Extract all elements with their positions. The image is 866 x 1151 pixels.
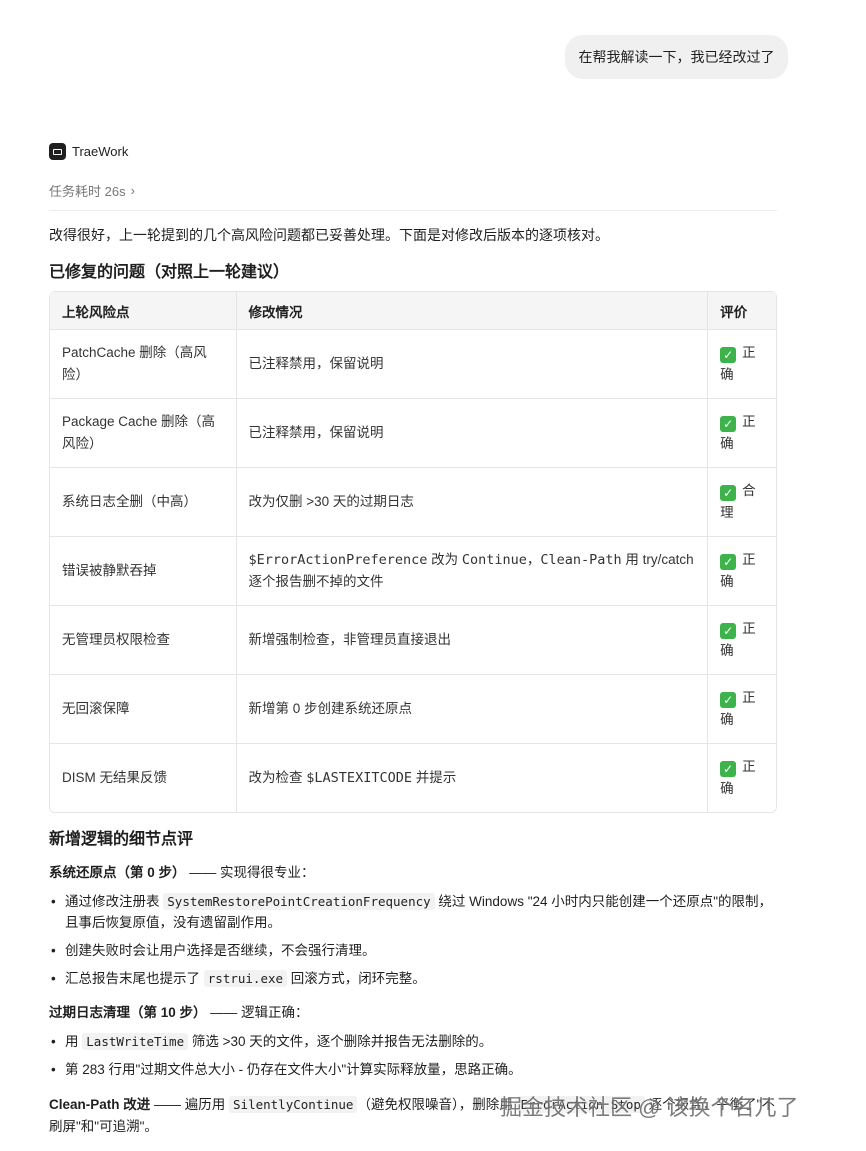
check-mark-icon: ✓ [720,347,737,363]
check-mark-icon: ✓ [720,692,737,708]
divider [49,210,777,211]
verdict-cell: ✓ 正确 [707,330,776,399]
section-title-rest: —— 实现得很专业： [185,865,315,880]
intro-paragraph: 改得很好，上一轮提到的几个高风险问题都已妥善处理。下面是对修改后版本的逐项核对。 [49,227,609,243]
table-row: 系统日志全删（中高） 改为仅删 >30 天的过期日志 ✓ 合理 [50,468,776,537]
bullet-text: 第 283 行用"过期文件总大小 - 仍存在文件大小"计算实际释放量，思路正确。 [65,1062,522,1077]
risk-cell: DISM 无结果反馈 [62,770,168,785]
change-cell: 新增强制检查，非管理员直接退出 [235,606,708,675]
change-cell: 新增第 0 步创建系统还原点 [235,675,708,744]
code-text: $LASTEXITCODE [306,770,412,786]
check-mark-icon: ✓ [720,416,737,432]
code-text: Clean-Path [540,552,622,568]
table-row: 无回滚保障 新增第 0 步创建系统还原点 ✓ 正确 [50,675,776,744]
user-message-text: 在帮我解读一下，我已经改过了 [578,49,775,65]
risk-cell: PatchCache 删除（高风险） [50,330,236,399]
table-row: 错误被静默吞掉 $ErrorActionPreference 改为 Contin… [50,537,776,606]
traework-logo-icon [49,143,66,160]
risk-cell: Package Cache 删除（高风险） [50,399,236,468]
bullet-text: 筛选 >30 天的文件，逐个删除并报告无法删除的。 [188,1034,493,1049]
task-time-label: 任务耗时 26s [49,184,126,199]
change-cell: 改为检查 $LASTEXITCODE 并提示 [235,744,708,812]
log-cleanup-bullets: 用 LastWriteTime 筛选 >30 天的文件，逐个删除并报告无法删除的… [49,1031,777,1087]
change-text: 改为检查 [248,770,307,785]
list-item: 通过修改注册表 SystemRestorePointCreationFreque… [49,891,777,933]
watermark: 掘金技术社区 @ 该换个名儿了 [500,1095,799,1120]
verdict-cell: ✓ 合理 [707,468,776,537]
new-logic-heading: 新增逻辑的细节点评 [49,831,194,848]
bullet-text: 通过修改注册表 [65,894,164,909]
change-cell: 已注释禁用，保留说明 [235,330,708,399]
check-mark-icon: ✓ [720,554,737,570]
verdict-cell: ✓ 正确 [707,606,776,675]
check-mark-icon: ✓ [720,623,737,639]
bullet-text: 创建失败时会让用户选择是否继续，不会强行清理。 [65,943,376,958]
risk-cell: 错误被静默吞掉 [50,537,236,606]
agent-name: TraeWork [72,144,129,159]
paragraph-text: （避免权限噪音），删除用 [357,1097,517,1112]
inline-code: LastWriteTime [82,1033,189,1050]
verdict-cell: ✓ 正确 [707,675,776,744]
chevron-right-icon: › [130,183,135,198]
section-title-bold: 系统还原点（第 0 步） [49,865,186,880]
fixed-issues-table: 上轮风险点 修改情况 评价 PatchCache 删除（高风险） 已注释禁用，保… [49,291,777,813]
check-mark-icon: ✓ [720,761,737,777]
user-message-bubble: 在帮我解读一下，我已经改过了 [565,35,788,79]
table-header-row: 上轮风险点 修改情况 评价 [50,292,776,330]
table-row: 无管理员权限检查 新增强制检查，非管理员直接退出 ✓ 正确 [50,606,776,675]
bullet-text: 用 [65,1034,83,1049]
task-time-toggle[interactable]: 任务耗时 26s › [49,181,135,200]
change-cell: 已注释禁用，保留说明 [235,399,708,468]
section-title-bold: 过期日志清理（第 10 步） [49,1005,207,1020]
list-item: 创建失败时会让用户选择是否继续，不会强行清理。 [49,940,777,961]
table-header-verdict: 评价 [707,292,776,330]
bullet-text: 回滚方式，闭环完整。 [287,971,426,986]
change-text: 改为 [427,552,462,567]
verdict-cell: ✓ 正确 [707,537,776,606]
fixed-issues-heading: 已修复的问题（对照上一轮建议） [49,264,290,281]
restore-point-bullets: 通过修改注册表 SystemRestorePointCreationFreque… [49,891,777,996]
change-cell: $ErrorActionPreference 改为 Continue，Clean… [235,537,708,606]
section-log-cleanup-title: 过期日志清理（第 10 步） —— 逻辑正确： [49,1001,309,1021]
change-text: ， [526,552,541,567]
table-row: DISM 无结果反馈 改为检查 $LASTEXITCODE 并提示 ✓ 正确 [50,744,776,812]
agent-header: TraeWork [49,143,128,160]
inline-code: SystemRestorePointCreationFrequency [163,893,435,910]
risk-cell: 系统日志全删（中高） [50,468,236,537]
table-header-change: 修改情况 [235,292,708,330]
table-row: PatchCache 删除（高风险） 已注释禁用，保留说明 ✓ 正确 [50,330,776,399]
risk-cell: 无管理员权限检查 [50,606,236,675]
table-header-risk: 上轮风险点 [50,292,236,330]
check-mark-icon: ✓ [720,485,737,501]
change-cell: 改为仅删 >30 天的过期日志 [235,468,708,537]
risk-cell: 无回滚保障 [50,675,236,744]
inline-code: rstrui.exe [203,970,288,987]
section-title-rest: —— 逻辑正确： [206,1005,309,1020]
verdict-cell: ✓ 正确 [707,399,776,468]
list-item: 汇总报告末尾也提示了 rstrui.exe 回滚方式，闭环完整。 [49,968,777,989]
inline-code: SilentlyContinue [229,1096,358,1113]
list-item: 第 283 行用"过期文件总大小 - 仍存在文件大小"计算实际释放量，思路正确。 [49,1059,777,1080]
section-title-bold: Clean-Path 改进 [49,1097,151,1112]
list-item: 用 LastWriteTime 筛选 >30 天的文件，逐个删除并报告无法删除的… [49,1031,777,1052]
change-text: 并提示 [411,770,457,785]
bullet-text: 汇总报告末尾也提示了 [65,971,204,986]
table-row: Package Cache 删除（高风险） 已注释禁用，保留说明 ✓ 正确 [50,399,776,468]
code-text: Continue [461,552,527,568]
code-text: $ErrorActionPreference [248,552,428,568]
paragraph-text: —— 遍历用 [150,1097,230,1112]
verdict-cell: ✓ 正确 [707,744,776,812]
section-restore-point-title: 系统还原点（第 0 步） —— 实现得很专业： [49,861,315,881]
